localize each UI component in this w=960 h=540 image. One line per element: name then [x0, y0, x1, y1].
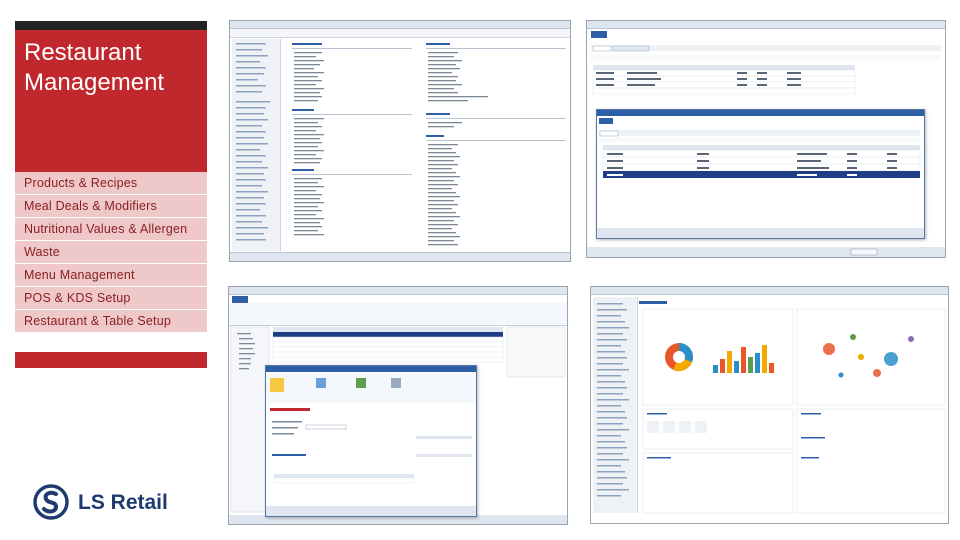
screenshot-role-center — [590, 286, 949, 524]
menu-item-restaurant-table-setup[interactable]: Restaurant & Table Setup — [15, 310, 207, 333]
menu-item-pos-kds-setup[interactable]: POS & KDS Setup — [15, 287, 207, 310]
menu-item-meal-deals[interactable]: Meal Deals & Modifiers — [15, 195, 207, 218]
bom-line-dialog — [596, 109, 925, 239]
title-top-bar — [15, 21, 207, 30]
menu-bottom-bar — [15, 352, 207, 368]
title-box: Restaurant Management — [15, 30, 207, 172]
menu-item-waste[interactable]: Waste — [15, 241, 207, 264]
menu-item-menu-management[interactable]: Menu Management — [15, 264, 207, 287]
status-bar — [230, 252, 570, 261]
screenshot-navigation-area — [229, 20, 571, 262]
screenshot-bill-of-materials — [586, 20, 946, 258]
menu-item-nutritional-values[interactable]: Nutritional Values & Allergen — [15, 218, 207, 241]
role-center-illustration — [597, 301, 946, 514]
ls-retail-logo-icon — [33, 484, 69, 520]
menu-item-products-recipes[interactable]: Products & Recipes — [15, 172, 207, 195]
page-content-illustration — [236, 43, 566, 246]
item-nutrition-dialog — [265, 365, 477, 517]
topic-menu: Products & Recipes Meal Deals & Modifier… — [15, 172, 207, 333]
screenshot-item-nutrition — [228, 286, 568, 525]
page-title: Restaurant Management — [24, 39, 165, 96]
nutrition-dialog-illustration — [266, 373, 476, 516]
dialog-grid-illustration — [597, 130, 924, 238]
ls-retail-logo: LS Retail — [33, 484, 173, 520]
ls-retail-logo-text: LS Retail — [78, 491, 168, 514]
